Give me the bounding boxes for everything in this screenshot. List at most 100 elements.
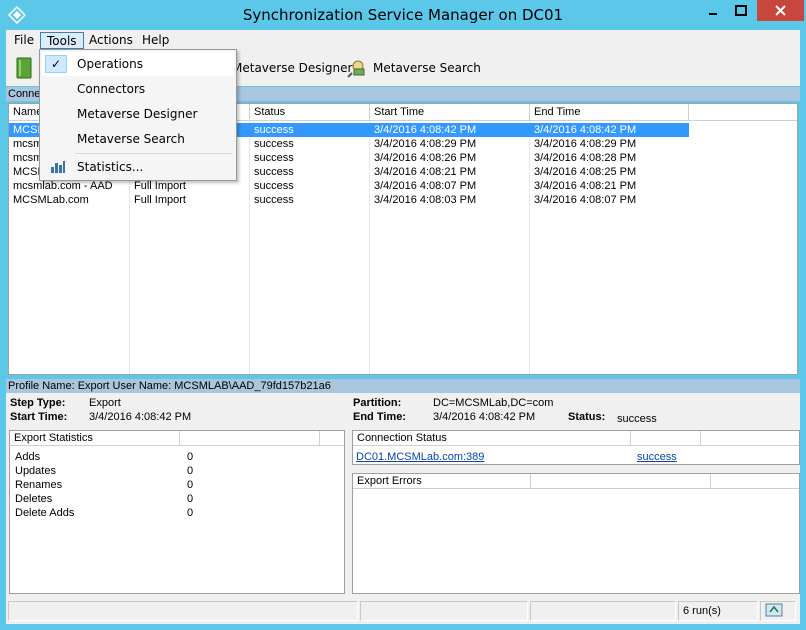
export-statistics-header: Export Statistics xyxy=(10,431,344,446)
status-icon-pane xyxy=(760,601,796,621)
row-profile: Full Import xyxy=(134,180,186,192)
status-label: Status: xyxy=(568,411,606,423)
tools-menu-connectors[interactable]: Connectors xyxy=(42,77,234,101)
row-status: success xyxy=(254,138,294,150)
minimize-icon xyxy=(709,13,717,15)
section-label: Conne xyxy=(8,88,41,100)
row-end-time: 3/4/2016 4:08:29 PM xyxy=(534,138,637,150)
row-status: success xyxy=(254,194,294,206)
row-status: success xyxy=(254,152,294,164)
end-time-label: End Time: xyxy=(353,411,406,423)
table-row[interactable]: mcsmlab.com - AAD Full Import success 3/… xyxy=(9,179,689,193)
row-start-time: 3/4/2016 4:08:21 PM xyxy=(374,166,477,178)
row-end-time: 3/4/2016 4:08:42 PM xyxy=(534,124,637,136)
menu-bar: File Tools Actions Help xyxy=(6,30,800,50)
row-start-time: 3/4/2016 4:08:03 PM xyxy=(374,194,477,206)
stat-label: Adds xyxy=(15,451,41,463)
menu-item-label: Statistics... xyxy=(77,160,144,174)
profile-info-text: Profile Name: Export User Name: MCSMLAB\… xyxy=(8,380,331,392)
metaverse-search-icon xyxy=(347,60,365,78)
metaverse-designer-label: Metaverse Designer xyxy=(232,61,353,75)
menu-help[interactable]: Help xyxy=(136,32,175,49)
runs-count-text: 6 run(s) xyxy=(683,605,721,617)
menu-item-label: Operations xyxy=(77,57,143,71)
row-profile: Full Import xyxy=(134,194,186,206)
row-end-time: 3/4/2016 4:08:25 PM xyxy=(534,166,637,178)
stat-label: Updates xyxy=(15,465,56,477)
menu-item-label: Connectors xyxy=(77,82,146,96)
step-type-value: Export xyxy=(89,397,121,409)
tools-menu-operations[interactable]: ✓ Operations xyxy=(42,52,234,76)
stat-label: Renames xyxy=(15,479,63,491)
status-value: success xyxy=(617,413,657,425)
minimize-button[interactable] xyxy=(700,0,726,21)
menu-separator xyxy=(75,153,232,154)
export-statistics-header-label[interactable]: Export Statistics xyxy=(10,431,180,446)
column-header-end-time[interactable]: End Time xyxy=(530,104,689,121)
row-status: success xyxy=(254,180,294,192)
status-pane-2 xyxy=(360,601,528,621)
row-status: success xyxy=(254,124,294,136)
stat-value: 0 xyxy=(187,493,194,505)
row-start-time: 3/4/2016 4:08:26 PM xyxy=(374,152,477,164)
export-statistics-panel[interactable]: Export Statistics Adds 0 Updates 0 Renam… xyxy=(9,430,345,594)
sync-status-icon xyxy=(765,603,783,617)
row-start-time: 3/4/2016 4:08:29 PM xyxy=(374,138,477,150)
statistics-chart-icon xyxy=(51,161,65,173)
column-header-status[interactable]: Status xyxy=(250,104,370,121)
tools-dropdown-menu: ✓ Operations Connectors Metaverse Design… xyxy=(39,49,237,181)
operations-book-icon xyxy=(16,57,32,79)
export-errors-header: Export Errors xyxy=(353,474,799,489)
stat-value: 0 xyxy=(187,451,194,463)
stat-label: Deletes xyxy=(15,493,53,505)
end-time-value: 3/4/2016 4:08:42 PM xyxy=(433,411,536,423)
menu-tools[interactable]: Tools xyxy=(40,32,84,49)
partition-value: DC=MCSMLab,DC=com xyxy=(433,397,554,409)
menu-item-label: Metaverse Designer xyxy=(77,107,198,121)
status-bar: 6 run(s) xyxy=(6,598,800,624)
connection-result-link[interactable]: success xyxy=(637,451,677,463)
menu-item-label: Metaverse Search xyxy=(77,132,185,146)
export-errors-header-label[interactable]: Export Errors xyxy=(353,474,531,489)
connection-server-link[interactable]: DC01.MCSMLab.com:389 xyxy=(356,451,484,463)
runs-count: 6 run(s) xyxy=(678,601,758,621)
metaverse-search-toolbar-button[interactable]: Metaverse Search xyxy=(346,56,481,80)
column-header-start-time[interactable]: Start Time xyxy=(370,104,530,121)
checkmark-icon: ✓ xyxy=(45,55,67,73)
menu-actions[interactable]: Actions xyxy=(83,32,139,49)
metaverse-designer-toolbar-button[interactable]: Metaverse Designer xyxy=(232,56,352,80)
row-start-time: 3/4/2016 4:08:07 PM xyxy=(374,180,477,192)
menu-file[interactable]: File xyxy=(8,32,40,49)
status-pane-3 xyxy=(530,601,676,621)
stat-value: 0 xyxy=(187,465,194,477)
export-statistics-header-value[interactable] xyxy=(180,431,320,446)
connection-status-header-result[interactable] xyxy=(631,431,701,446)
partition-label: Partition: xyxy=(353,397,402,409)
stat-label: Delete Adds xyxy=(15,507,75,519)
close-button[interactable] xyxy=(757,0,804,21)
maximize-button[interactable] xyxy=(726,0,756,21)
row-end-time: 3/4/2016 4:08:07 PM xyxy=(534,194,637,206)
window-title: Synchronization Service Manager on DC01 xyxy=(242,6,564,24)
table-row[interactable]: MCSMLab.com Full Import success 3/4/2016… xyxy=(9,193,689,207)
run-details-panel: Step Type: Export Start Time: 3/4/2016 4… xyxy=(6,393,800,598)
export-errors-panel[interactable]: Export Errors xyxy=(352,473,800,594)
row-start-time: 3/4/2016 4:08:42 PM xyxy=(374,124,477,136)
step-type-label: Step Type: xyxy=(10,397,66,409)
operations-toolbar-button[interactable] xyxy=(14,56,34,80)
profile-info-bar: Profile Name: Export User Name: MCSMLAB\… xyxy=(6,379,800,393)
connection-status-header-label[interactable]: Connection Status xyxy=(353,431,631,446)
close-icon xyxy=(775,5,786,16)
row-name: MCSMLab.com xyxy=(13,194,89,206)
row-status: success xyxy=(254,166,294,178)
tools-menu-metaverse-designer[interactable]: Metaverse Designer xyxy=(42,102,234,126)
row-name: mcsmlab.com - AAD xyxy=(13,180,113,192)
tools-menu-metaverse-search[interactable]: Metaverse Search xyxy=(42,127,234,151)
export-errors-header-col2[interactable] xyxy=(531,474,711,489)
stat-value: 0 xyxy=(187,479,194,491)
connection-status-panel[interactable]: Connection Status DC01.MCSMLab.com:389 s… xyxy=(352,430,800,465)
start-time-value: 3/4/2016 4:08:42 PM xyxy=(89,411,192,423)
title-bar: Synchronization Service Manager on DC01 xyxy=(0,0,806,30)
tools-menu-statistics[interactable]: Statistics... xyxy=(42,155,234,179)
connection-status-header: Connection Status xyxy=(353,431,799,446)
